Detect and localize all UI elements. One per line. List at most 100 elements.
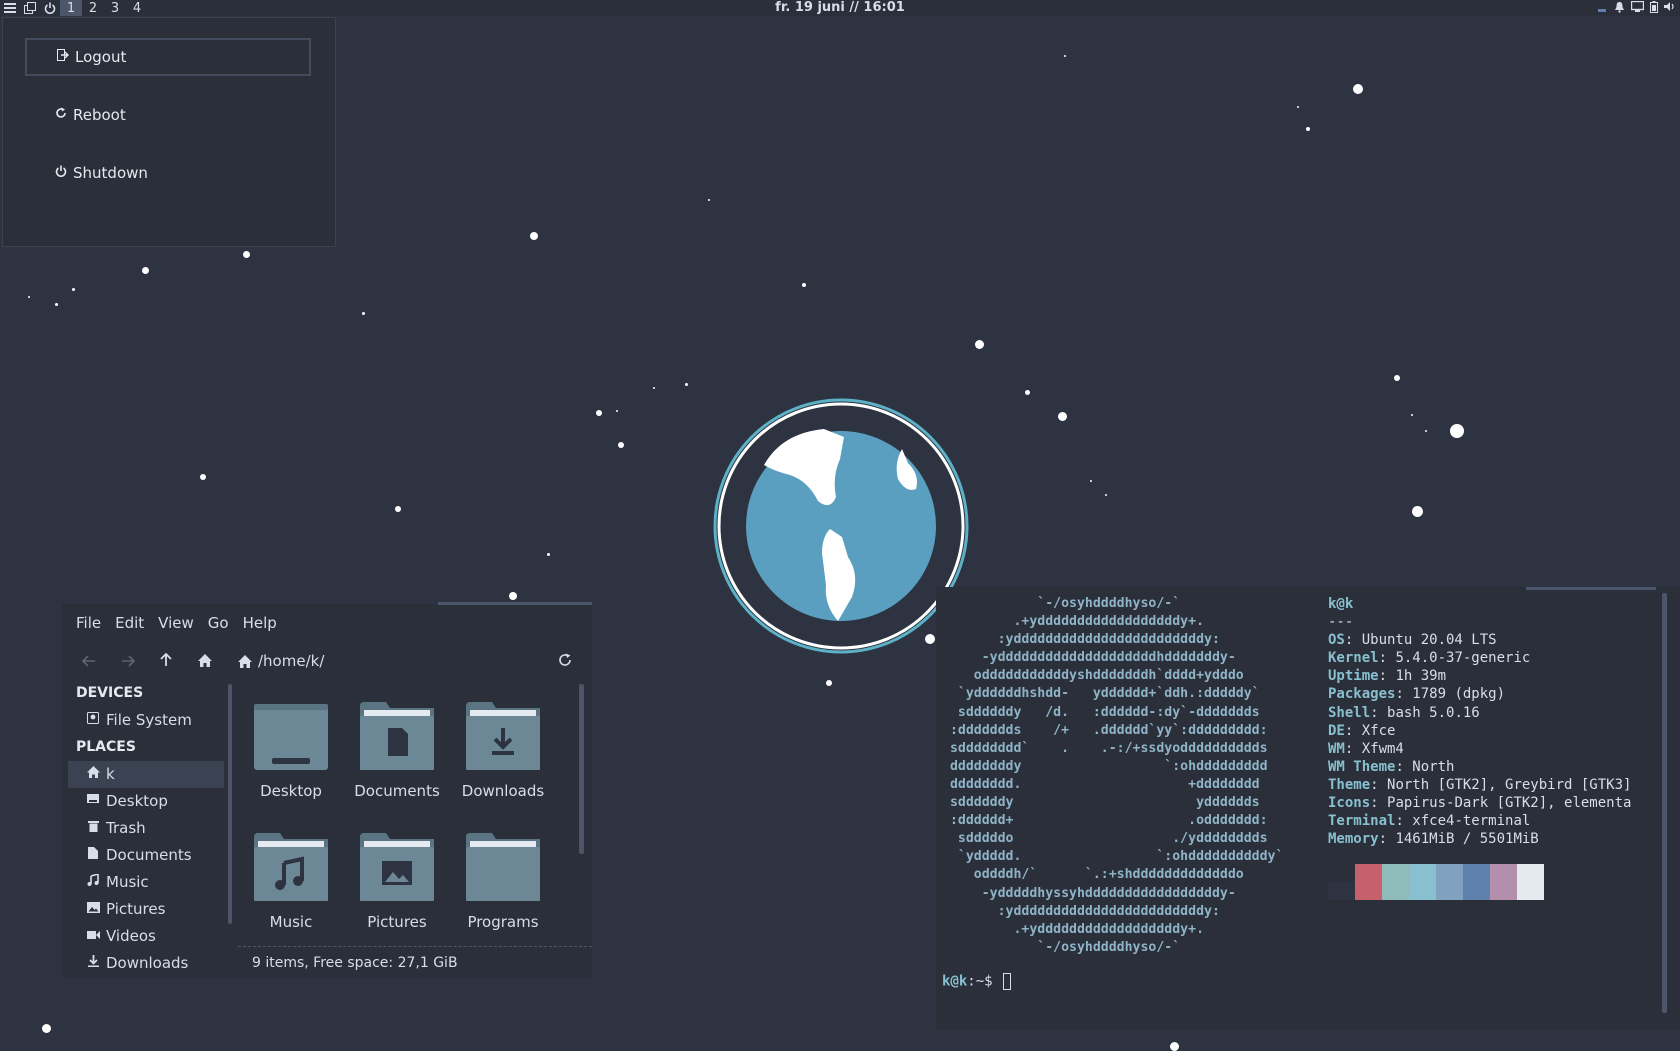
info-key: Terminal [1328, 813, 1396, 830]
palette-swatch [1409, 864, 1436, 900]
shutdown-button[interactable]: Shutdown [25, 154, 311, 192]
toolbar: /home/k/ [62, 642, 592, 680]
back-arrow-icon[interactable] [81, 652, 96, 671]
status-bar: 9 items, Free space: 27,1 GiB [238, 946, 592, 978]
sidebar-item-label: Videos [106, 927, 156, 945]
menu-help[interactable]: Help [243, 614, 277, 632]
star [1306, 127, 1310, 131]
power-icon[interactable] [40, 0, 60, 16]
location-path[interactable]: /home/k/ [258, 652, 324, 670]
file-grid-scrollbar[interactable] [579, 684, 584, 854]
sidebar-item-desktop[interactable]: Desktop [62, 788, 224, 815]
prompt-user: k@k [942, 973, 968, 990]
forward-arrow-icon[interactable] [121, 652, 136, 671]
video-camera-icon [84, 923, 102, 950]
star [362, 312, 365, 315]
star [395, 506, 401, 512]
info-value: 5.4.0-37-generic [1395, 650, 1531, 667]
star [547, 553, 550, 556]
menu-edit[interactable]: Edit [115, 614, 144, 632]
show-windows-icon[interactable] [20, 0, 40, 16]
terminal-scrollbar[interactable] [1662, 593, 1667, 1013]
folder-item-programs[interactable]: Programs [450, 833, 556, 931]
info-key: OS [1328, 632, 1345, 649]
user-host: k@k [1328, 596, 1354, 612]
download-icon [84, 950, 102, 977]
workspace-4[interactable]: 4 [126, 0, 148, 16]
info-colon: : [1344, 632, 1362, 649]
logout-button[interactable]: Logout [25, 38, 311, 76]
clock[interactable]: fr. 19 juni // 16:01 [775, 0, 905, 15]
info-colon: : [1395, 686, 1413, 703]
star [509, 592, 517, 600]
sidebar-item-videos[interactable]: Videos [62, 923, 224, 950]
star [42, 1024, 51, 1033]
volume-icon[interactable] [1664, 1, 1676, 15]
info-colon: : [1344, 722, 1362, 739]
info-row: Memory: 1461MiB / 5501MiB [1328, 830, 1668, 848]
desktop-folder-icon [254, 704, 328, 770]
sidebar-item-trash[interactable]: Trash [62, 815, 224, 842]
workspace-2[interactable]: 2 [82, 0, 104, 16]
shell-prompt[interactable]: k@k:~$ [942, 973, 1012, 990]
sidebar-item-file-system[interactable]: File System [62, 707, 224, 734]
shutdown-icon [55, 165, 67, 181]
info-key: Shell [1328, 704, 1371, 721]
folder-item-desktop[interactable]: Desktop [238, 702, 344, 800]
notification-bell-icon[interactable] [1614, 1, 1625, 16]
applications-menu-icon[interactable] [0, 0, 20, 16]
folder-item-pictures[interactable]: Pictures [344, 833, 450, 931]
info-value: Ubuntu 20.04 LTS [1361, 632, 1497, 649]
star [1353, 84, 1363, 94]
workspace-3[interactable]: 3 [104, 0, 126, 16]
network-icon[interactable] [1596, 2, 1608, 15]
sidebar-scrollbar[interactable] [228, 684, 232, 924]
sidebar-item-documents[interactable]: Documents [62, 842, 224, 869]
battery-icon[interactable] [1650, 0, 1658, 16]
color-palette [1328, 864, 1544, 900]
info-row: Shell: bash 5.0.16 [1328, 704, 1668, 722]
sidebar-item-pictures[interactable]: Pictures [62, 896, 224, 923]
sidebar-item-label: Trash [106, 819, 146, 837]
info-value: bash 5.0.16 [1387, 704, 1480, 721]
sidebar-item-music[interactable]: Music [62, 869, 224, 896]
star [1105, 494, 1107, 496]
document-icon [84, 842, 102, 869]
reboot-icon [55, 107, 67, 123]
reload-icon[interactable] [558, 652, 572, 671]
folder-item-downloads[interactable]: Downloads [450, 702, 556, 800]
palette-swatch [1328, 882, 1355, 900]
up-arrow-icon[interactable] [160, 652, 172, 671]
star [975, 340, 984, 349]
file-grid: Desktop Documents Downloads Music Pictur… [238, 680, 578, 950]
info-key: Packages [1328, 686, 1396, 703]
folder-item-documents[interactable]: Documents [344, 702, 450, 800]
sidebar-item-downloads[interactable]: Downloads [62, 950, 224, 977]
info-value: Papirus-Dark [GTK2], elementa [1387, 795, 1632, 812]
documents-folder-icon [360, 702, 434, 770]
star [243, 251, 250, 258]
sidebar-item-label: Desktop [106, 792, 168, 810]
terminal-window[interactable]: `-/osyhddddhyso/-` .+ydddddddddddddddddd… [936, 587, 1680, 1030]
prompt-path: :~$ [967, 973, 993, 990]
info-colon: : [1395, 758, 1413, 775]
neofetch-info: k@k --- OS: Ubuntu 20.04 LTS Kernel: 5.4.… [1328, 595, 1668, 848]
info-value: 1461MiB / 5501MiB [1395, 831, 1539, 848]
info-key: Memory [1328, 831, 1379, 848]
menu-view[interactable]: View [158, 614, 194, 632]
palette-swatch [1490, 864, 1517, 900]
home-icon [84, 761, 102, 788]
reboot-button[interactable]: Reboot [25, 96, 311, 134]
sidebar-item-home[interactable]: k [68, 761, 224, 788]
info-row: WM: Xfwm4 [1328, 740, 1668, 758]
text-cursor [1003, 973, 1012, 990]
home-icon[interactable] [198, 652, 212, 671]
menu-file[interactable]: File [76, 614, 101, 632]
drive-icon [84, 707, 102, 734]
folder-item-music[interactable]: Music [238, 833, 344, 931]
display-icon[interactable] [1630, 0, 1645, 15]
star [826, 680, 832, 686]
info-colon: : [1370, 776, 1388, 793]
workspace-1[interactable]: 1 [60, 0, 82, 16]
menu-go[interactable]: Go [208, 614, 229, 632]
